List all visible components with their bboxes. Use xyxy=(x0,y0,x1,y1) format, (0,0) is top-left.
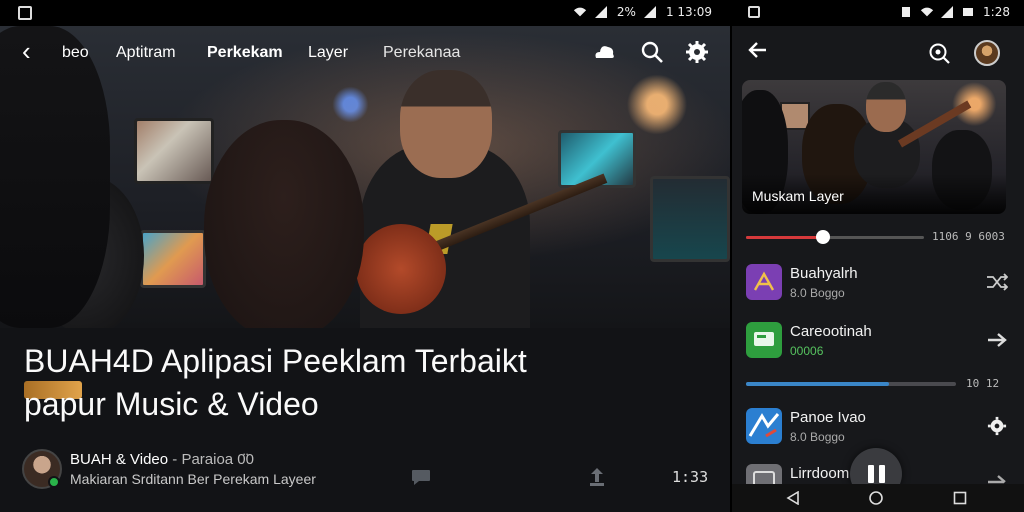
guitarist-head xyxy=(866,82,906,132)
back-nav-icon[interactable] xyxy=(786,491,800,505)
studio-screen xyxy=(140,230,206,288)
clock: 1:28 xyxy=(983,5,1010,19)
nav-item-perekanaa[interactable]: Perekanaa xyxy=(383,44,460,62)
home-nav-icon[interactable] xyxy=(869,491,883,505)
guitar-body xyxy=(356,224,446,314)
studio-screen xyxy=(134,118,214,184)
clock: 1 13:09 xyxy=(665,5,712,19)
app-logo-icon xyxy=(753,271,775,291)
status-indicators: 2% 1 13:09 xyxy=(573,5,712,19)
channel-sub: - Paraioa 0̈0 xyxy=(168,451,254,468)
foreground-person xyxy=(0,26,110,328)
profile-avatar[interactable] xyxy=(974,40,1000,66)
listener xyxy=(204,120,364,328)
nav-item-layer[interactable]: Layer xyxy=(308,44,348,62)
list-item[interactable]: Panoe Ivao 8.0 Boggo xyxy=(746,406,1008,450)
channel-description: Makiaran Srditann Ber Perekam Layeer xyxy=(70,471,316,487)
arrow-left-icon xyxy=(748,42,766,58)
status-indicators: 1:28 xyxy=(899,5,1010,19)
secondary-progress-fill xyxy=(746,382,889,386)
cloud-icon[interactable] xyxy=(592,40,616,64)
settings-icon[interactable] xyxy=(986,416,1008,436)
list-item[interactable]: Careootinah 00006 xyxy=(746,320,1008,364)
track-thumbnail xyxy=(746,408,782,444)
playback-progress[interactable] xyxy=(746,230,924,244)
forward-icon[interactable] xyxy=(986,330,1008,350)
shuffle-icon[interactable] xyxy=(986,272,1008,292)
nav-item-beo[interactable]: beo xyxy=(62,44,89,62)
video-title-line-1: BUAH4D Aplipasi Peeklam Terbaikt xyxy=(24,343,527,379)
nav-item-aptitram[interactable]: Aptitram xyxy=(116,44,176,62)
battery-percent: 2% xyxy=(616,5,636,19)
track-title: Buahyalrh xyxy=(790,265,858,282)
player-screen: 1:28 Muskam Layer 1106 9 6003 Buahyalrh … xyxy=(732,0,1024,512)
map-app-icon xyxy=(748,413,780,438)
signal-icon xyxy=(594,6,607,18)
battery-icon xyxy=(963,8,974,16)
track-title: Lirrdoom xyxy=(790,465,850,482)
back-button[interactable] xyxy=(748,40,768,66)
pause-bar-icon xyxy=(867,465,874,483)
search-icon[interactable] xyxy=(928,42,950,64)
card-title: Muskam Layer xyxy=(752,188,844,204)
comment-icon[interactable] xyxy=(410,466,432,488)
progress-fill xyxy=(746,236,823,239)
track-title: Careootinah xyxy=(790,323,872,340)
signal-icon xyxy=(941,6,954,18)
list-item[interactable]: Buahyalrh 8.0 Boggo xyxy=(746,262,1008,306)
search-icon[interactable] xyxy=(640,40,664,64)
secondary-progress[interactable] xyxy=(746,382,956,386)
track-meta: 8.0 Boggo xyxy=(790,430,845,444)
signal-icon-2 xyxy=(643,6,656,18)
playback-time: 1106 9 6003 xyxy=(932,230,1005,243)
track-meta: 00006 xyxy=(790,344,824,358)
now-playing-card[interactable]: Muskam Layer xyxy=(742,80,1006,214)
secondary-time: 10 12 xyxy=(966,377,1000,390)
progress-knob[interactable] xyxy=(815,230,830,244)
pause-bar-icon xyxy=(878,465,885,483)
channel-title: BUAH & Video xyxy=(70,451,169,468)
status-bar: 2% 1 13:09 xyxy=(0,0,730,26)
recents-nav-icon[interactable] xyxy=(953,491,967,505)
video-screen: 2% 1 13:09 ‹ beo Aptitram Perkekam Layer… xyxy=(0,0,730,512)
video-title-line-2: papur Music & Video xyxy=(24,386,319,422)
share-icon[interactable] xyxy=(586,466,608,488)
track-thumbnail xyxy=(746,264,782,300)
status-bar-right: 1:28 xyxy=(732,0,1024,26)
channel-name[interactable]: BUAH & Video - Paraioa 0̈0 xyxy=(70,451,254,468)
gear-icon[interactable] xyxy=(685,40,709,64)
wifi-icon xyxy=(573,7,587,17)
nav-item-perkekam[interactable]: Perkekam xyxy=(207,44,283,62)
studio-screen xyxy=(650,176,730,262)
notification-icon xyxy=(18,6,32,20)
video-player[interactable] xyxy=(0,26,730,328)
wifi-icon xyxy=(920,7,934,17)
track-title: Panoe Ivao xyxy=(790,409,866,426)
back-button[interactable]: ‹ xyxy=(22,38,31,64)
track-thumbnail xyxy=(746,322,782,358)
track-meta: 8.0 Boggo xyxy=(790,286,845,300)
guitarist-head xyxy=(400,70,492,178)
notification-icon xyxy=(748,6,760,18)
verified-badge xyxy=(48,476,60,488)
chat-app-icon xyxy=(754,332,774,346)
mute-icon xyxy=(902,7,911,17)
video-title: BUAH4D Aplipasi Peeklam Terbaikt papur M… xyxy=(24,340,704,426)
view-count: 1:33 xyxy=(672,468,709,486)
system-navbar xyxy=(732,484,1024,512)
